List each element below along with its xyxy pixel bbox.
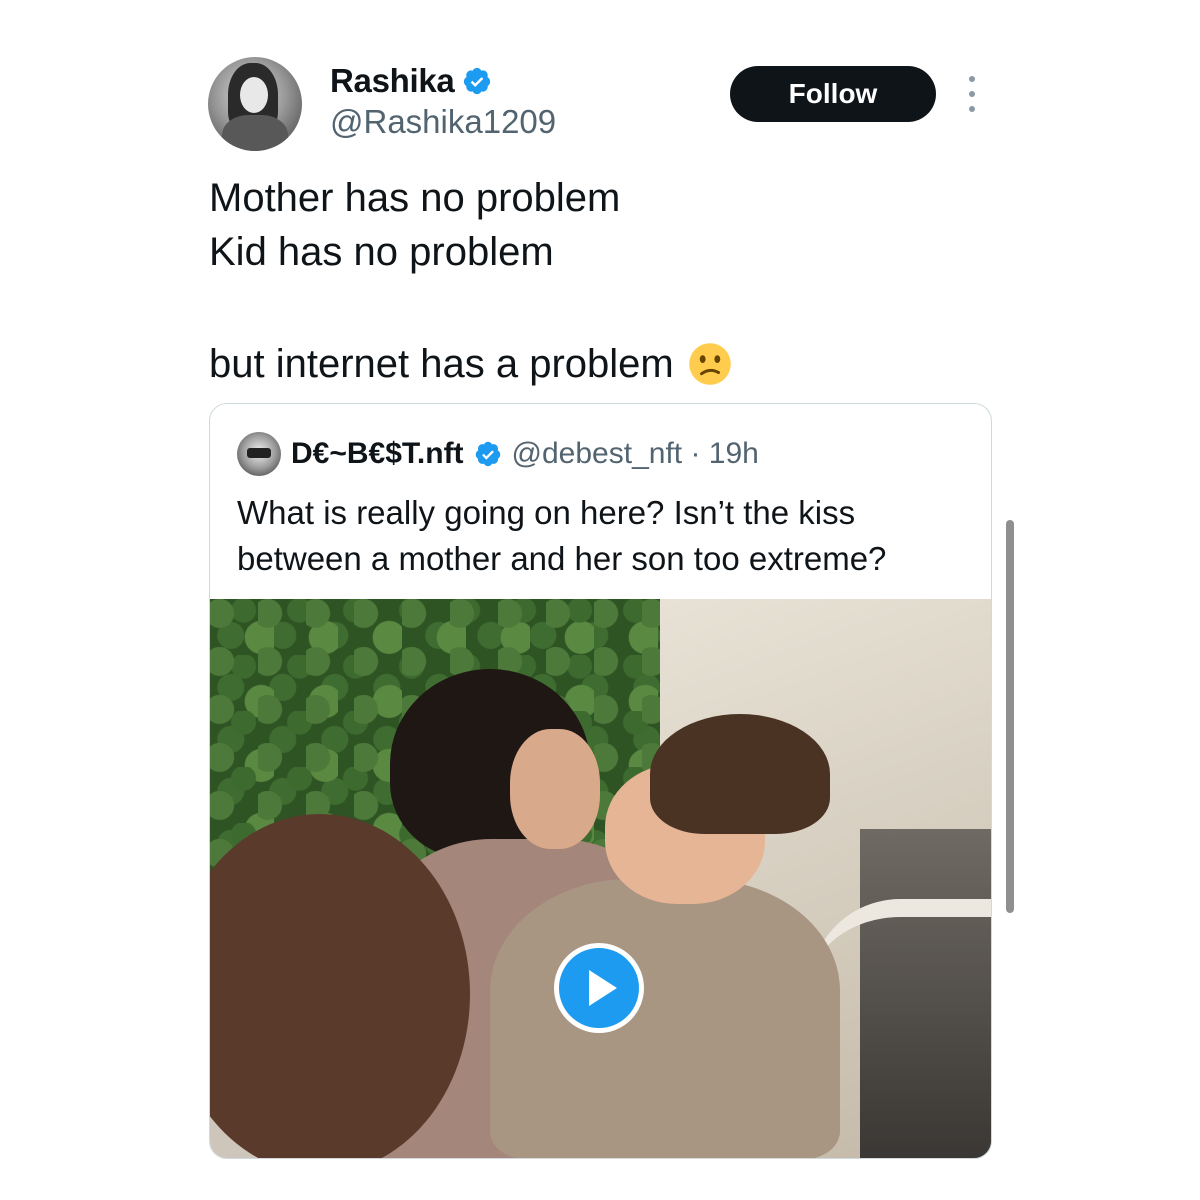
author-avatar[interactable] <box>208 57 302 151</box>
tweet-text-line: Mother has no problem <box>209 176 621 220</box>
scrollbar[interactable] <box>1006 520 1014 913</box>
play-icon <box>588 970 617 1006</box>
photo-woman-face <box>510 729 600 849</box>
verified-badge-icon <box>475 441 500 467</box>
quoted-tweet-text: What is really going on here? Isn’t the … <box>237 494 887 577</box>
more-dot <box>969 76 975 82</box>
author-name-row[interactable]: Rashika <box>330 62 492 100</box>
verified-badge-icon <box>464 67 491 95</box>
more-dot <box>969 106 975 112</box>
tweet-text-line-with-emoji: but internet has a problem <box>209 342 732 386</box>
author-display-name[interactable]: Rashika <box>330 62 455 100</box>
tweet-text-line: but internet has a problem <box>209 342 674 386</box>
quoted-handle-time: @debest_nft · 19h <box>511 437 759 470</box>
quoted-tweet-header: D€~B€$T.nft @debest_nft · 19h <box>237 432 759 476</box>
quoted-author-avatar <box>237 432 281 476</box>
author-handle[interactable]: @Rashika1209 <box>330 103 556 141</box>
tweet-screenshot: Rashika @Rashika1209 Follow Mother has n… <box>0 0 1200 1200</box>
video-thumbnail[interactable] <box>210 599 991 1158</box>
photo-kid-body <box>490 879 840 1158</box>
tweet-text-line: Kid has no problem <box>209 230 554 274</box>
avatar-body <box>222 115 288 151</box>
confused-face-emoji-icon <box>688 343 731 385</box>
avatar-face <box>240 77 268 113</box>
quoted-author-name: D€~B€$T.nft <box>291 437 464 470</box>
quoted-tweet-card[interactable]: D€~B€$T.nft @debest_nft · 19h What is re… <box>209 403 992 1159</box>
follow-button[interactable]: Follow <box>730 66 936 122</box>
play-button[interactable] <box>554 943 644 1033</box>
more-vertical-icon[interactable] <box>962 76 982 112</box>
more-dot <box>969 91 975 97</box>
photo-kid-hair <box>650 714 830 834</box>
